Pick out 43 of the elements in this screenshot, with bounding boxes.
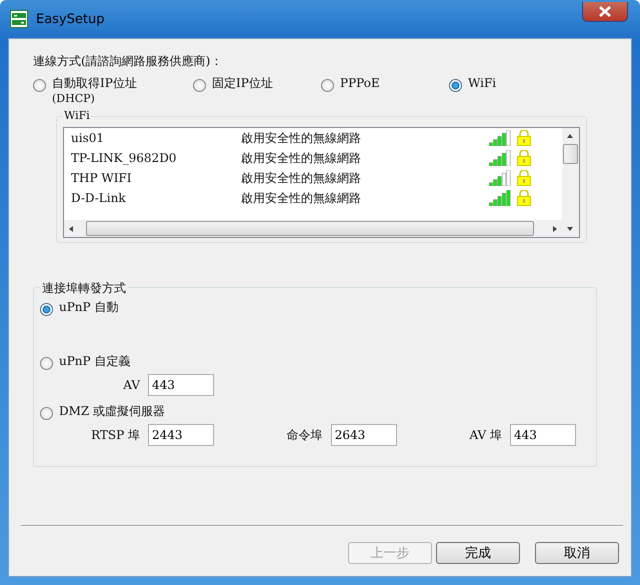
scrollbar-thumb[interactable] xyxy=(563,144,578,164)
network-name[interactable]: D-D-Link xyxy=(71,191,241,205)
group-label: 連接埠轉發方式 xyxy=(40,280,128,297)
group-label: WiFi xyxy=(63,109,91,122)
security-label: 啟用安全性的無線網路 xyxy=(241,170,362,186)
radio-label: PPPoE xyxy=(340,76,380,91)
radio-button[interactable] xyxy=(40,357,53,370)
field-label: RTSP 埠 xyxy=(90,426,140,444)
network-name[interactable]: uis01 xyxy=(71,131,241,145)
close-icon xyxy=(599,6,611,17)
horizontal-scrollbar[interactable] xyxy=(64,220,562,237)
radio-button[interactable] xyxy=(33,79,46,92)
security-label: 啟用安全性的無線網路 xyxy=(241,190,362,206)
radio-button[interactable] xyxy=(40,303,53,316)
radio-label: WiFi xyxy=(468,76,496,91)
network-name[interactable]: THP WIFI xyxy=(71,171,241,185)
input-field[interactable]: 443 xyxy=(148,374,214,396)
app-icon xyxy=(10,10,28,28)
window-title: EasySetup xyxy=(36,12,104,26)
input-field[interactable]: 443 xyxy=(510,424,576,446)
radio-label: 自動取得IP位址 (DHCP) xyxy=(52,76,137,106)
radio-label: DMZ 或虛擬伺服器 xyxy=(59,404,166,419)
scrollbar-thumb[interactable] xyxy=(86,221,534,236)
connection-label: 連線方式(請諮詢網路服務供應商)： xyxy=(33,53,224,70)
field-label: 命令埠 xyxy=(286,426,323,444)
radio-label: 固定IP位址 xyxy=(212,76,273,91)
network-name[interactable]: TP-LINK_9682D0 xyxy=(71,151,241,165)
input-field[interactable]: 2443 xyxy=(148,424,214,446)
close-button[interactable] xyxy=(582,2,628,22)
radio-label: uPnP 自動 xyxy=(59,300,118,315)
vertical-scrollbar[interactable] xyxy=(562,128,579,237)
radio-label: uPnP 自定義 xyxy=(59,354,130,369)
radio-button[interactable] xyxy=(449,79,462,92)
dialog-button[interactable]: 完成 xyxy=(436,542,520,564)
security-label: 啟用安全性的無線網路 xyxy=(241,150,362,166)
field-label: AV xyxy=(122,378,140,392)
radio-button[interactable] xyxy=(40,407,53,420)
input-field[interactable]: 2643 xyxy=(330,424,397,446)
radio-button[interactable] xyxy=(193,79,206,92)
field-label: AV 埠 xyxy=(469,426,502,444)
security-label: 啟用安全性的無線網路 xyxy=(241,130,362,146)
radio-button[interactable] xyxy=(321,79,334,92)
dialog-button[interactable]: 取消 xyxy=(535,542,619,564)
